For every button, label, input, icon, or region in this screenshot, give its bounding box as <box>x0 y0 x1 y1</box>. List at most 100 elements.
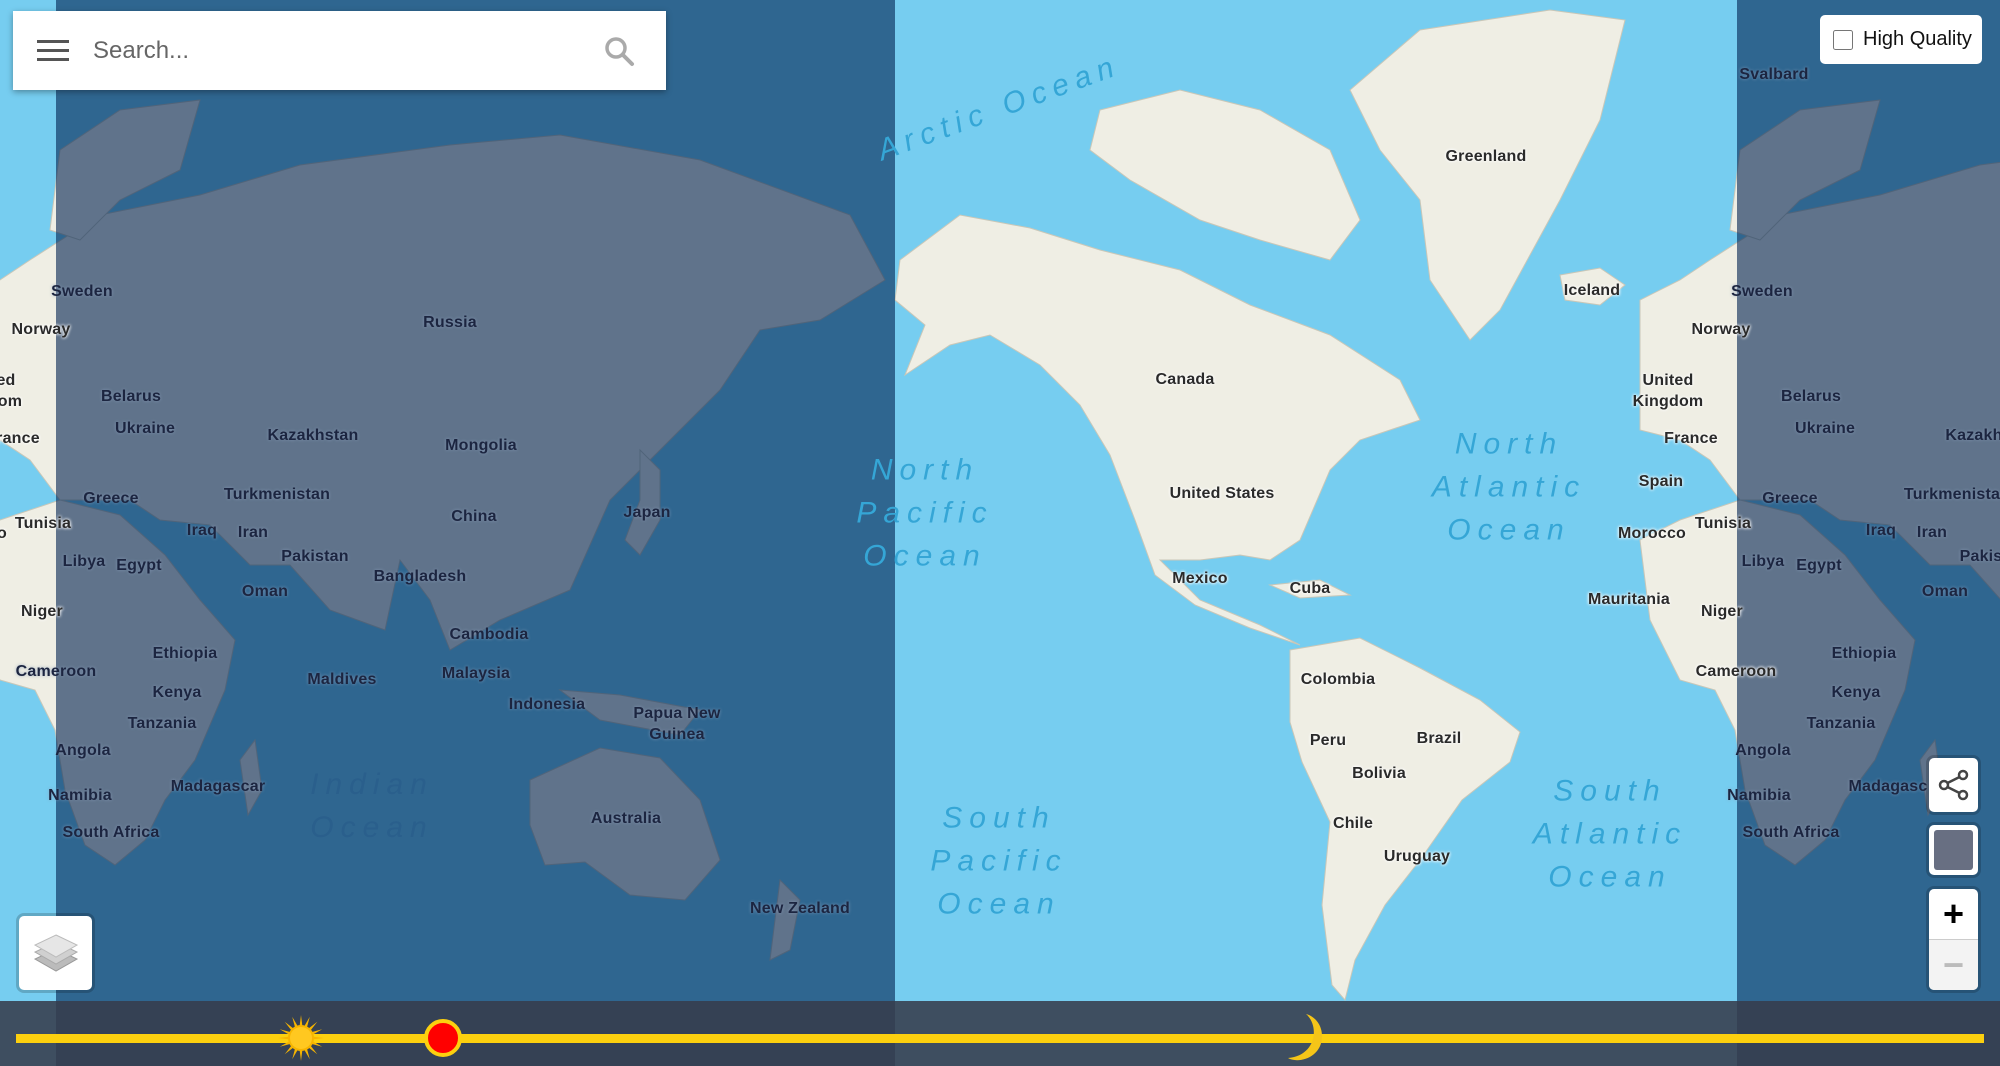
place-label: ed <box>0 372 16 389</box>
place-label: New Zealand <box>749 900 851 917</box>
zoom-control: + − <box>1929 889 1978 990</box>
search-icon[interactable] <box>603 35 635 67</box>
place-label: Mexico <box>1172 570 1228 587</box>
place-label: Sweden <box>51 283 113 300</box>
place-label: Bangladesh <box>373 568 467 585</box>
place-label: Ukraine <box>114 420 176 437</box>
current-time-handle[interactable] <box>424 1019 463 1057</box>
place-label: Guinea <box>649 726 705 743</box>
ocean-label-line: Atlantic <box>1431 470 1587 504</box>
place-label: Greenland <box>1445 148 1527 165</box>
sun-ray <box>313 1036 325 1040</box>
place-label: Norway <box>1691 321 1751 338</box>
place-label: Cuba <box>1289 580 1331 597</box>
high-quality-checkbox[interactable] <box>1833 29 1853 50</box>
ocean-label: South Atlantic Ocean <box>1533 770 1687 899</box>
place-label: Madagascar <box>170 778 266 795</box>
place-label: Bolivia <box>1352 765 1406 782</box>
place-label: Belarus <box>1780 388 1842 405</box>
place-label: Oman <box>1921 583 1969 600</box>
place-label: Cameroon <box>15 663 97 680</box>
place-label: Turkmenista <box>1903 486 2000 503</box>
place-label: Iran <box>1916 524 1948 541</box>
sun-ray <box>304 1016 311 1028</box>
place-label: Sweden <box>1731 283 1793 300</box>
place-label: Mongolia <box>445 437 517 454</box>
place-label: Pakis <box>1959 548 2000 565</box>
place-label: Spain <box>1638 473 1684 490</box>
place-label: Angola <box>55 742 111 759</box>
layers-button[interactable] <box>19 916 92 990</box>
place-label: om <box>0 393 23 410</box>
place-label: Angola <box>1735 742 1791 759</box>
place-label: Greece <box>83 490 139 507</box>
ocean-label: North Pacific Ocean <box>856 449 993 578</box>
place-label: Uruguay <box>1383 848 1451 865</box>
place-label: Madagasc <box>1848 778 1928 795</box>
sun-icon <box>278 1015 325 1061</box>
high-quality-toggle[interactable]: High Quality <box>1820 15 1982 64</box>
place-label: Kenya <box>1831 684 1881 701</box>
place-label: Japan <box>623 504 671 521</box>
place-label: Iraq <box>186 522 218 539</box>
place-label: Kingdom <box>1632 393 1704 410</box>
search-bar <box>13 11 666 90</box>
sun-ray <box>278 1036 290 1040</box>
sun-ray <box>311 1041 323 1047</box>
place-label: Iceland <box>1563 282 1621 299</box>
ocean-label: South Pacific Ocean <box>930 797 1067 926</box>
place-label: rance <box>0 430 40 447</box>
place-label: Kazakh <box>1945 427 2000 444</box>
ocean-label-line: South <box>1553 774 1667 808</box>
share-icon <box>1938 769 1968 801</box>
place-label: Maldives <box>307 671 377 688</box>
search-input[interactable] <box>91 29 575 73</box>
place-label: Chile <box>1332 815 1374 832</box>
sun-ray <box>285 1021 294 1031</box>
ocean-label-line: Pacific <box>856 496 994 530</box>
sun-ray <box>280 1041 291 1047</box>
place-label: Cambodia <box>449 626 529 643</box>
ocean-label-line: Indian <box>310 768 434 801</box>
place-label: Malaysia <box>441 665 511 682</box>
ocean-label-line: Ocean <box>310 811 434 844</box>
ocean-label-line: Ocean <box>937 887 1061 921</box>
place-label: Egypt <box>1796 557 1842 574</box>
place-label: Mauritania <box>1587 591 1671 608</box>
place-label: Oman <box>241 583 289 600</box>
layers-icon <box>33 934 78 972</box>
sun-ray <box>308 1045 318 1055</box>
place-label: Morocco <box>1617 525 1687 542</box>
zoom-in-button[interactable]: + <box>1929 889 1978 940</box>
ocean-label-line: Ocean <box>863 539 987 573</box>
place-label: United States <box>1169 485 1275 502</box>
ocean-label-line: Ocean <box>1548 860 1672 894</box>
place-label: Australia <box>590 810 662 827</box>
sun-ray <box>299 1049 303 1061</box>
place-label: Cameroon <box>1695 663 1777 680</box>
place-label: Canada <box>1155 371 1215 388</box>
place-label: Tanzania <box>1806 715 1876 732</box>
place-label: Namibia <box>48 787 112 804</box>
ocean-label-line: Ocean <box>1447 513 1571 547</box>
hamburger-menu-icon[interactable] <box>37 40 69 62</box>
crescent-moon-icon <box>1288 1014 1323 1061</box>
place-label: Libya <box>1741 553 1785 570</box>
ocean-label-line: Pacific <box>930 844 1068 878</box>
place-label: Turkmenistan <box>223 486 331 503</box>
sun-ray <box>292 1016 299 1028</box>
place-label: Greece <box>1762 490 1818 507</box>
place-label: Pakistan <box>281 548 349 565</box>
sun-ray <box>299 1015 303 1027</box>
overlay-color-button[interactable] <box>1929 825 1978 875</box>
place-label: Tanzania <box>127 715 197 732</box>
place-label: Ethiopia <box>1831 645 1897 662</box>
sun-ray <box>285 1045 294 1055</box>
place-label: Brazil <box>1416 730 1462 747</box>
color-swatch <box>1934 830 1973 870</box>
place-label: Egypt <box>116 557 162 574</box>
share-button[interactable] <box>1929 758 1978 812</box>
zoom-out-button[interactable]: − <box>1929 940 1978 990</box>
place-label: Belarus <box>100 388 162 405</box>
place-label: Colombia <box>1300 671 1376 688</box>
